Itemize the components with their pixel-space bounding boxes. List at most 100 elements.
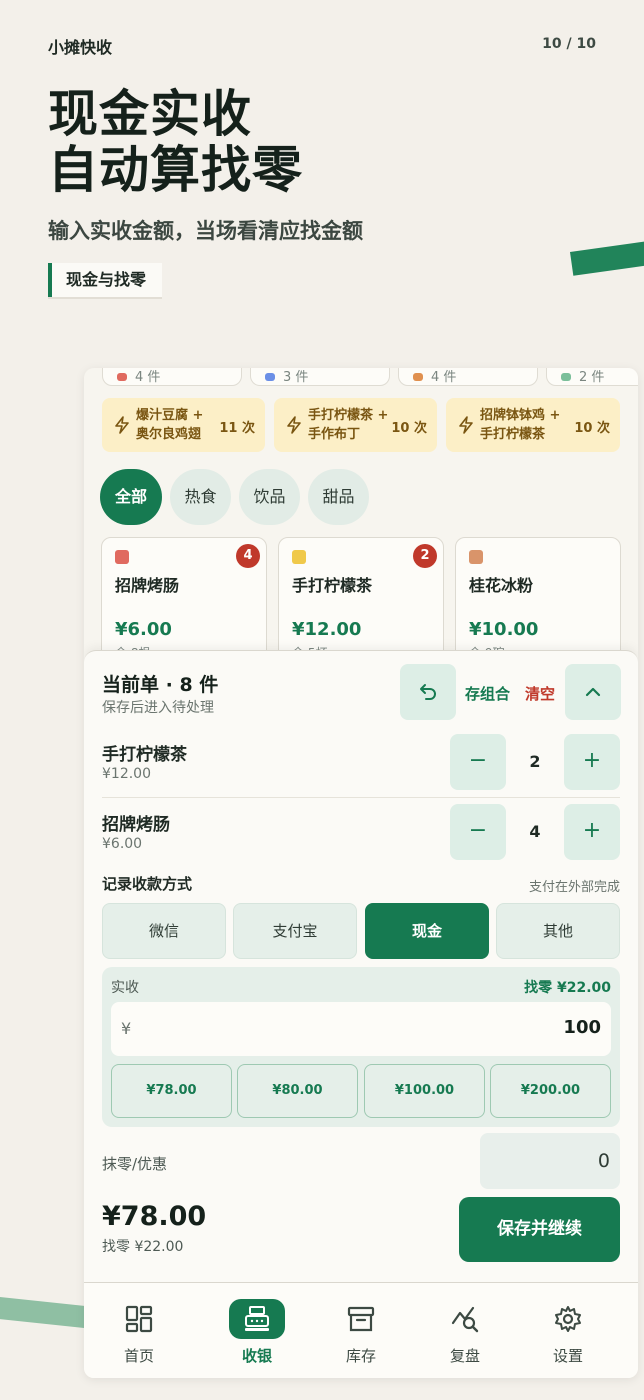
combo-suggestion[interactable]: 手打柠檬茶 + 手作布丁 10 次	[274, 398, 437, 452]
item-name: 手打柠檬茶	[102, 745, 187, 765]
hero-title-line1: 现金实收	[48, 85, 252, 143]
combo-name: 爆汁豆腐 + 奥尔良鸡翅	[136, 408, 204, 442]
payment-method-label: 记录收款方式	[102, 875, 193, 893]
divider	[102, 797, 620, 798]
payment-alipay-button[interactable]: 支付宝	[233, 903, 357, 959]
quick-amount-button[interactable]: ¥78.00	[111, 1064, 232, 1118]
category-tab-hot-food[interactable]: 热食	[170, 469, 231, 525]
quick-amount-button[interactable]: ¥80.00	[237, 1064, 358, 1118]
payment-cash-button[interactable]: 现金	[365, 903, 489, 959]
tab-cashier[interactable]: 收银	[202, 1283, 312, 1378]
quantity-badge: 4	[236, 544, 260, 568]
color-swatch	[115, 550, 129, 564]
trend-search-icon	[437, 1299, 493, 1339]
combo-count: 11 次	[219, 421, 255, 436]
dashboard-icon	[111, 1299, 167, 1339]
hero-title-line2: 自动算找零	[48, 141, 303, 199]
stat-label: 3 件	[283, 370, 309, 385]
hero-subtitle: 输入实收金额，当场看清应找金额	[48, 219, 363, 243]
tab-settings[interactable]: 设置	[513, 1283, 623, 1378]
combo-suggestion[interactable]: 招牌钵钵鸡 + 手打柠檬茶 10 次	[446, 398, 620, 452]
combo-count: 10 次	[391, 421, 427, 436]
color-dot	[265, 373, 275, 381]
order-title: 当前单 · 8 件	[102, 674, 219, 696]
quick-amount-button[interactable]: ¥200.00	[490, 1064, 611, 1118]
category-tab-desserts[interactable]: 甜品	[308, 469, 369, 525]
tab-label: 收银	[241, 1347, 272, 1365]
order-line-item: 招牌烤肠 ¥6.00 − 4 +	[102, 804, 620, 874]
payment-wechat-button[interactable]: 微信	[102, 903, 226, 959]
product-card[interactable]: 4 招牌烤肠 ¥6.00 余 8根	[101, 537, 267, 667]
color-swatch	[469, 550, 483, 564]
cash-received-input[interactable]: ¥ 100	[111, 1002, 611, 1056]
tab-label: 复盘	[449, 1347, 480, 1365]
currency-symbol: ¥	[121, 1019, 132, 1038]
decrease-quantity-button[interactable]: −	[450, 734, 506, 790]
cash-received-panel: 实收 找零 ¥22.00 ¥ 100 ¥78.00 ¥80.00 ¥100.00…	[102, 967, 620, 1127]
bolt-icon	[459, 416, 473, 434]
combo-suggestion[interactable]: 爆汁豆腐 + 奥尔良鸡翅 11 次	[102, 398, 265, 452]
color-dot	[413, 373, 423, 381]
stat-chip: 4 件	[102, 368, 242, 386]
save-combo-button[interactable]: 存组合	[465, 683, 510, 704]
clear-button[interactable]: 清空	[525, 683, 555, 704]
combo-name: 招牌钵钵鸡 + 手打柠檬茶	[480, 408, 561, 442]
collapse-button[interactable]	[565, 664, 621, 720]
discount-label: 抹零/优惠	[102, 1155, 168, 1173]
tab-review[interactable]: 复盘	[410, 1283, 520, 1378]
color-swatch	[292, 550, 306, 564]
order-total: ¥78.00	[102, 1201, 207, 1232]
current-order-panel: 当前单 · 8 件 保存后进入待处理 存组合 清空 手打柠檬茶 ¥12.00 −…	[84, 650, 638, 1378]
item-name: 招牌烤肠	[102, 815, 170, 835]
chevron-up-icon	[585, 687, 601, 697]
save-and-continue-button[interactable]: 保存并继续	[459, 1197, 620, 1262]
combo-count: 10 次	[574, 421, 610, 436]
stat-label: 4 件	[135, 370, 161, 385]
tab-label: 库存	[345, 1347, 376, 1365]
product-price: ¥12.00	[292, 619, 362, 640]
product-card[interactable]: 2 手打柠檬茶 ¥12.00 余 5杯	[278, 537, 444, 667]
tab-label: 设置	[552, 1347, 583, 1365]
stat-label: 4 件	[431, 370, 457, 385]
combo-name: 手打柠檬茶 + 手作布丁	[308, 408, 389, 442]
product-price: ¥10.00	[469, 619, 539, 640]
phone-screen: 4 件 3 件 4 件 2 件 爆汁豆腐 + 奥尔良鸡翅 11 次 手打柠檬茶 …	[84, 368, 638, 1378]
product-price: ¥6.00	[115, 619, 172, 640]
tab-inventory[interactable]: 库存	[306, 1283, 416, 1378]
stat-chip: 3 件	[250, 368, 390, 386]
bolt-icon	[115, 416, 129, 434]
payment-other-button[interactable]: 其他	[496, 903, 620, 959]
product-name: 招牌烤肠	[115, 576, 180, 595]
hero-title: 现金实收 自动算找零	[48, 86, 303, 198]
stat-chip: 2 件	[546, 368, 638, 386]
bottom-tab-bar: 首页 收银 库存 复盘 设置	[84, 1282, 638, 1378]
cash-received-value: 100	[563, 1017, 601, 1038]
undo-button[interactable]	[400, 664, 456, 720]
discount-input[interactable]: 0	[480, 1133, 620, 1189]
quick-amount-button[interactable]: ¥100.00	[364, 1064, 485, 1118]
increase-quantity-button[interactable]: +	[564, 804, 620, 860]
color-dot	[117, 373, 127, 381]
cash-register-icon	[229, 1299, 285, 1339]
change-amount: 找零 ¥22.00	[524, 980, 611, 996]
product-card[interactable]: 桂花冰粉 ¥10.00 余 9碗	[455, 537, 621, 667]
item-price: ¥12.00	[102, 766, 151, 782]
category-tab-all[interactable]: 全部	[100, 469, 162, 525]
archive-box-icon	[333, 1299, 389, 1339]
cash-received-label: 实收	[111, 980, 139, 996]
product-name: 手打柠檬茶	[292, 576, 373, 595]
stat-label: 2 件	[579, 370, 605, 385]
page-indicator: 10 / 10	[542, 36, 596, 52]
tab-home[interactable]: 首页	[84, 1283, 194, 1378]
decrease-quantity-button[interactable]: −	[450, 804, 506, 860]
color-dot	[561, 373, 571, 381]
feature-tag: 现金与找零	[48, 263, 163, 297]
increase-quantity-button[interactable]: +	[564, 734, 620, 790]
undo-icon	[420, 684, 436, 700]
order-change: 找零 ¥22.00	[102, 1239, 184, 1255]
order-subtitle: 保存后进入待处理	[102, 700, 214, 716]
product-name: 桂花冰粉	[469, 576, 534, 595]
order-line-item: 手打柠檬茶 ¥12.00 − 2 +	[102, 734, 620, 804]
category-tab-drinks[interactable]: 饮品	[239, 469, 300, 525]
app-name: 小摊快收	[48, 38, 113, 57]
